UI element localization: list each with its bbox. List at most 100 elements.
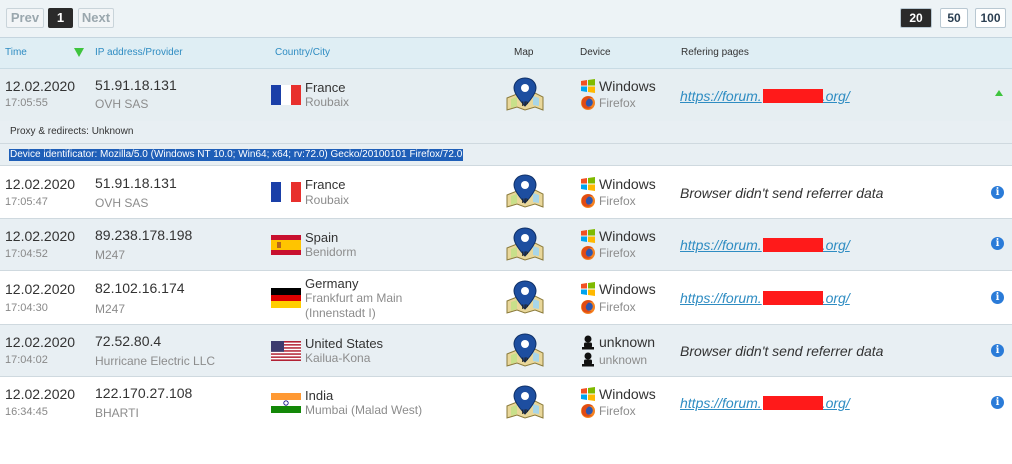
table-row[interactable]: 12.02.2020 17:05:55 51.91.18.131 OVH SAS…: [0, 69, 1012, 121]
ip-address: 122.170.27.108: [95, 385, 193, 401]
table-row[interactable]: 12.02.2020 17:04:02 72.52.80.4 Hurricane…: [0, 325, 1012, 377]
info-icon[interactable]: i: [991, 344, 1004, 357]
device-browser: Firefox: [599, 96, 636, 110]
device-browser: unknown: [599, 353, 648, 367]
proxy-details: Proxy & redirects: Unknown: [0, 121, 1012, 144]
map-pin-ip-icon[interactable]: [505, 76, 545, 112]
city: Roubaix: [305, 95, 350, 109]
device-identifier[interactable]: Device identificator: Mozilla/5.0 (Windo…: [9, 149, 464, 161]
prev-page-button[interactable]: Prev: [6, 8, 44, 28]
header-ip-provider[interactable]: IP address/Provider: [95, 47, 183, 58]
table-row[interactable]: 12.02.2020 17:04:52 89.238.178.198 M247 …: [0, 219, 1012, 271]
visit-date: 12.02.2020: [5, 176, 76, 192]
provider: OVH SAS: [95, 196, 149, 210]
referrer-none: Browser didn't send referrer data: [680, 185, 884, 201]
unknown-os-icon: [580, 334, 596, 350]
visit-time: 17:05:47: [5, 196, 48, 208]
redaction-mark: [763, 396, 823, 410]
provider: OVH SAS: [95, 97, 149, 111]
header-device: Device: [580, 47, 611, 58]
map-pin-ip-icon[interactable]: [505, 384, 545, 420]
visit-time: 17:05:55: [5, 97, 48, 109]
germany-flag-icon: [271, 288, 301, 308]
redaction-mark: [763, 238, 823, 252]
device-browser: Firefox: [599, 194, 636, 208]
map-pin-ip-icon[interactable]: [505, 332, 545, 368]
info-icon[interactable]: i: [991, 237, 1004, 250]
firefox-icon: [580, 193, 596, 209]
country: France: [305, 177, 346, 192]
visit-time: 17:04:30: [5, 302, 48, 314]
india-flag-icon: [271, 393, 301, 413]
header-time[interactable]: Time: [5, 47, 27, 58]
spain-flag-icon: [271, 235, 301, 255]
country: Germany: [305, 276, 359, 291]
table-row[interactable]: 12.02.2020 17:04:30 82.102.16.174 M247 G…: [0, 271, 1012, 325]
pagination-toolbar: Prev 1 Next 20 50 100: [0, 0, 1012, 38]
next-page-button[interactable]: Next: [78, 8, 114, 28]
united-states-flag-icon: [271, 341, 301, 361]
france-flag-icon: [271, 182, 301, 202]
proxy-info: Proxy & redirects: Unknown: [10, 126, 134, 137]
firefox-icon: [580, 245, 596, 261]
info-icon[interactable]: i: [991, 186, 1004, 199]
redaction-mark: [763, 291, 823, 305]
city: Mumbai (Malad West): [305, 403, 423, 417]
device-browser: Firefox: [599, 404, 636, 418]
windows-icon: [580, 386, 596, 402]
visit-time: 17:04:52: [5, 248, 48, 260]
provider: M247: [95, 302, 126, 316]
provider: BHARTI: [95, 406, 139, 420]
info-icon[interactable]: i: [991, 291, 1004, 304]
country: Spain: [305, 230, 339, 245]
sort-desc-icon[interactable]: [74, 48, 84, 57]
table-row[interactable]: 12.02.2020 16:34:45 122.170.27.108 BHART…: [0, 377, 1012, 430]
device-browser: Firefox: [599, 246, 636, 260]
provider: M247: [95, 248, 126, 262]
france-flag-icon: [271, 85, 301, 105]
ip-address: 82.102.16.174: [95, 280, 185, 296]
windows-icon: [580, 281, 596, 297]
ip-address: 51.91.18.131: [95, 77, 177, 93]
header-map: Map: [514, 47, 534, 58]
page-size-20-button[interactable]: 20: [900, 8, 932, 28]
firefox-icon: [580, 403, 596, 419]
visit-time: 16:34:45: [5, 406, 48, 418]
collapse-arrow-icon[interactable]: [995, 90, 1003, 96]
referrer-none: Browser didn't send referrer data: [680, 343, 884, 359]
device-os: unknown: [599, 334, 656, 350]
device-os: Windows: [599, 281, 656, 297]
device-identifier-row: Device identificator: Mozilla/5.0 (Windo…: [0, 144, 1012, 166]
ip-address: 51.91.18.131: [95, 175, 177, 191]
info-icon[interactable]: i: [991, 396, 1004, 409]
page-size-50-button[interactable]: 50: [940, 8, 968, 28]
header-referring-pages: Refering pages: [681, 47, 749, 58]
map-pin-ip-icon[interactable]: [505, 226, 545, 262]
table-header: Time IP address/Provider Country/City Ma…: [0, 38, 1012, 69]
visit-date: 12.02.2020: [5, 228, 76, 244]
device-os: Windows: [599, 228, 656, 244]
map-pin-ip-icon[interactable]: [505, 279, 545, 315]
map-pin-ip-icon[interactable]: [505, 173, 545, 209]
device-os: Windows: [599, 386, 656, 402]
ip-address: 89.238.178.198: [95, 227, 193, 243]
visit-date: 12.02.2020: [5, 334, 76, 350]
device-os: Windows: [599, 78, 656, 94]
header-country-city[interactable]: Country/City: [275, 47, 330, 58]
windows-icon: [580, 78, 596, 94]
device-browser: Firefox: [599, 300, 636, 314]
page-size-100-button[interactable]: 100: [975, 8, 1006, 28]
city: Benidorm: [305, 245, 357, 259]
page-1-button[interactable]: 1: [48, 8, 73, 28]
city: Roubaix: [305, 193, 350, 207]
firefox-icon: [580, 95, 596, 111]
redaction-mark: [763, 89, 823, 103]
visit-date: 12.02.2020: [5, 386, 76, 402]
table-row[interactable]: 12.02.2020 17:05:47 51.91.18.131 OVH SAS…: [0, 166, 1012, 219]
city: Frankfurt am Main: [305, 291, 403, 305]
windows-icon: [580, 228, 596, 244]
country: France: [305, 80, 346, 95]
city-district: (Innenstadt I): [305, 306, 376, 320]
city: Kailua-Kona: [305, 351, 371, 365]
unknown-browser-icon: [580, 351, 596, 367]
